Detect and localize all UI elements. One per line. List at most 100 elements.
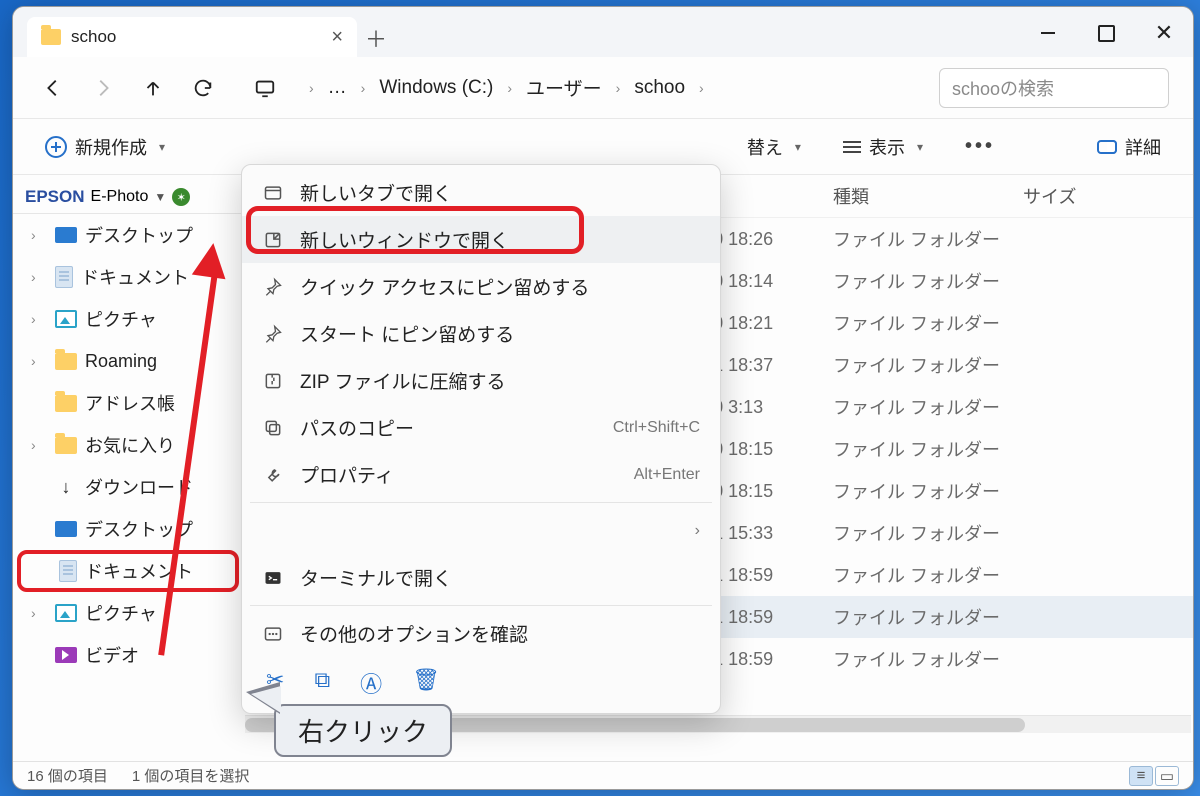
sidebar-item-label: デスクトップ — [85, 516, 193, 542]
context-menu: 新しいタブで開く新しいウィンドウで開くクイック アクセスにピン留めするスタート … — [241, 164, 721, 714]
annotation-callout: 右クリック — [274, 704, 452, 757]
monitor-icon[interactable] — [249, 72, 281, 104]
nav-sidebar: EPSON E-Photo ▼ ✶ ›デスクトップ›ドキュメント › ピクチャ ›Ro… — [13, 175, 243, 761]
sidebar-item-label: ドキュメント — [85, 558, 193, 584]
tab-schoo[interactable]: schoo × — [27, 17, 357, 57]
doc-icon — [55, 266, 73, 288]
epson-toolbar[interactable]: EPSON E-Photo ▼ ✶ — [13, 181, 243, 214]
sidebar-item-デスクトップ[interactable]: デスクトップ — [13, 508, 243, 550]
nav-bar: › … › Windows (C:) › ユーザー › schoo › scho… — [13, 57, 1193, 119]
seal-icon: ✶ — [172, 188, 190, 206]
search-input[interactable]: schooの検索 — [939, 68, 1169, 108]
menu-item-label: その他のオプションを確認 — [300, 620, 528, 647]
menu-item-label: パスのコピー — [300, 414, 414, 441]
cell-type: ファイル フォルダー — [833, 478, 1023, 504]
doc-icon — [59, 560, 77, 582]
cell-type: ファイル フォルダー — [833, 352, 1023, 378]
breadcrumb-ellipsis[interactable]: … — [326, 73, 349, 103]
breadcrumb-item[interactable]: Windows (C:) — [377, 73, 495, 103]
sidebar-item-label: デスクトップ — [85, 222, 193, 248]
rename-icon[interactable]: Ⓐ — [360, 667, 382, 699]
blank-icon — [262, 520, 284, 542]
sidebar-item-ピクチャ[interactable]: ›ピクチャ — [13, 592, 243, 634]
sidebar-item-ビデオ[interactable]: ビデオ — [13, 634, 243, 676]
tab-title: schoo — [71, 27, 116, 47]
view-button[interactable]: 表示 ▾ — [831, 128, 935, 166]
cell-type: ファイル フォルダー — [833, 562, 1023, 588]
sidebar-item-ドキュメント[interactable]: ドキュメント — [17, 550, 239, 592]
pic-icon — [55, 310, 77, 328]
sidebar-item-お気に入り[interactable]: ›お気に入り — [13, 424, 243, 466]
breadcrumb-item[interactable]: schoo — [632, 73, 687, 103]
sidebar-item-Roaming[interactable]: ›Roaming — [13, 340, 243, 382]
forward-button[interactable] — [87, 72, 119, 104]
list-icon — [843, 141, 861, 153]
details-label: 詳細 — [1125, 134, 1161, 160]
menu-item-label — [300, 517, 471, 544]
close-window-button[interactable]: ✕ — [1135, 9, 1193, 57]
icons-view-button[interactable]: ▭ — [1155, 766, 1179, 786]
sort-button[interactable]: 替え ▾ — [735, 128, 813, 166]
menu-item[interactable]: パスのコピーCtrl+Shift+C — [242, 404, 720, 451]
cell-type: ファイル フォルダー — [833, 226, 1023, 252]
chevron-down-icon: ▾ — [159, 140, 165, 154]
status-bar: 16 個の項目 1 個の項目を選択 ≡ ▭ — [13, 761, 1193, 789]
delete-icon[interactable]: 🗑 — [412, 667, 440, 699]
selected-count: 1 個の項目を選択 — [132, 765, 250, 786]
menu-iconbar: ✂⧉Ⓐ🗑 — [242, 657, 720, 709]
sidebar-item-ピクチャ[interactable]: › ピクチャ — [13, 298, 243, 340]
desktop-icon — [55, 227, 77, 243]
menu-item[interactable]: › — [242, 507, 720, 554]
up-button[interactable] — [137, 72, 169, 104]
more-button[interactable]: ••• — [953, 129, 1007, 164]
chevron-right-icon: › — [31, 311, 47, 327]
video-icon — [55, 647, 77, 663]
cell-type: ファイル フォルダー — [833, 646, 1023, 672]
menu-item[interactable]: 新しいウィンドウで開く — [242, 216, 720, 263]
menu-item[interactable]: その他のオプションを確認 — [242, 610, 720, 657]
folder-icon — [55, 437, 77, 454]
breadcrumb-item[interactable]: ユーザー — [524, 70, 604, 105]
menu-item[interactable]: ターミナルで開く — [242, 554, 720, 601]
details-pane-button[interactable]: 詳細 — [1085, 128, 1173, 166]
terminal-icon — [262, 567, 284, 589]
new-label: 新規作成 — [75, 134, 147, 160]
sidebar-item-label: Roaming — [85, 351, 157, 372]
breadcrumb[interactable]: › … › Windows (C:) › ユーザー › schoo › — [299, 70, 714, 105]
menu-item[interactable]: 新しいタブで開く — [242, 169, 720, 216]
pin-icon — [262, 323, 284, 345]
col-type[interactable]: 種類 — [833, 183, 1023, 209]
folder-icon — [41, 29, 61, 45]
col-size[interactable]: サイズ — [1023, 183, 1181, 209]
refresh-button[interactable] — [187, 72, 219, 104]
menu-item[interactable]: ZIP ファイルに圧縮する — [242, 357, 720, 404]
menu-separator — [250, 502, 712, 503]
sidebar-item-label: ビデオ — [85, 642, 139, 668]
cell-type: ファイル フォルダー — [833, 394, 1023, 420]
maximize-button[interactable] — [1077, 9, 1135, 57]
chevron-down-icon: ▾ — [795, 140, 801, 154]
chevron-right-icon: › — [695, 522, 700, 540]
menu-item-label: 新しいウィンドウで開く — [300, 226, 509, 253]
details-view-button[interactable]: ≡ — [1129, 766, 1153, 786]
tab-strip: schoo × ＋ ✕ — [13, 7, 1193, 57]
sidebar-item-ダウンロード[interactable]: ↓ダウンロード — [13, 466, 243, 508]
back-button[interactable] — [37, 72, 69, 104]
menu-item-label: ターミナルで開く — [300, 564, 452, 591]
sidebar-item-ドキュメント[interactable]: ›ドキュメント — [13, 256, 243, 298]
copy-icon[interactable]: ⧉ — [314, 667, 330, 699]
new-button[interactable]: 新規作成 ▾ — [33, 128, 177, 166]
new-tab-button[interactable]: ＋ — [357, 19, 395, 57]
minimize-button[interactable] — [1019, 9, 1077, 57]
menu-item-label: プロパティ — [300, 461, 394, 488]
menu-item[interactable]: スタート にピン留めする — [242, 310, 720, 357]
menu-item[interactable]: クイック アクセスにピン留めする — [242, 263, 720, 310]
sidebar-item-デスクトップ[interactable]: ›デスクトップ — [13, 214, 243, 256]
menu-item[interactable]: プロパティAlt+Enter — [242, 451, 720, 498]
sidebar-item-label: ピクチャ — [85, 306, 157, 332]
close-tab-icon[interactable]: × — [331, 27, 343, 47]
chevron-down-icon: ▾ — [917, 140, 923, 154]
sidebar-item-アドレス帳[interactable]: アドレス帳 — [13, 382, 243, 424]
pic-icon — [55, 604, 77, 622]
cell-type: ファイル フォルダー — [833, 310, 1023, 336]
